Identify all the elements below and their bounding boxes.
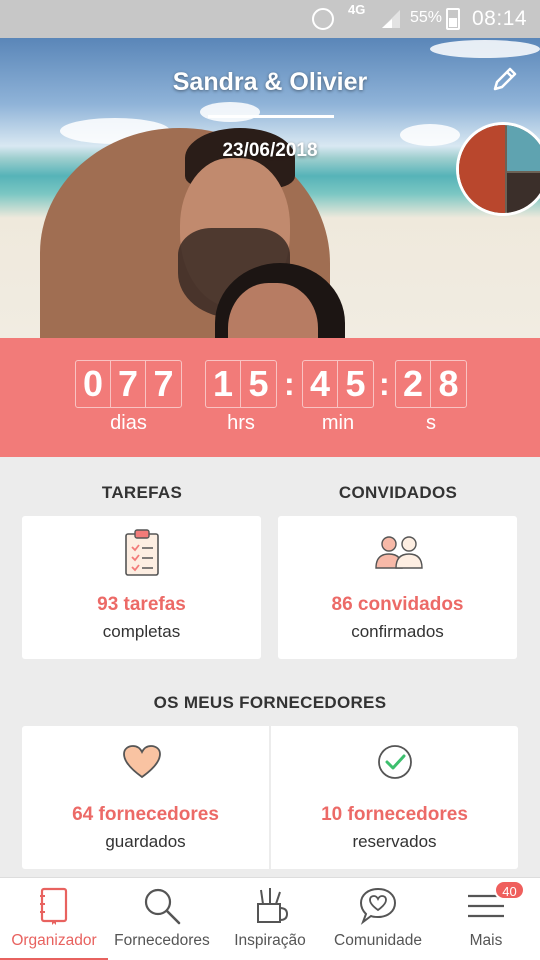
nav-label: Inspiração [234, 932, 306, 949]
tasks-sub: completas [102, 622, 181, 641]
vendors-saved-sub: guardados [105, 832, 186, 851]
vendors-card: 64 fornecedores guardados 10 fornecedore… [22, 726, 518, 869]
vendors-booked-count: 10 fornecedores [321, 804, 468, 825]
vendors-booked[interactable]: 10 fornecedores reservados [271, 726, 518, 869]
hours-digit: 1 [206, 361, 241, 407]
countdown: 0 7 7 1 5 : 4 5 : 2 8 dias hrs min s [0, 338, 540, 457]
battery-percent: 55% [410, 9, 443, 26]
vendors-saved-count: 64 fornecedores [72, 804, 219, 825]
seconds-label: s [426, 412, 436, 434]
days-label: dias [110, 412, 147, 434]
network-indicator: 4G [348, 2, 366, 17]
days-digit: 7 [111, 361, 146, 407]
avatar [456, 122, 540, 216]
notebook-icon [40, 887, 68, 925]
vendors-title: OS MEUS FORNECEDORES [153, 693, 387, 712]
days-digits: 0 7 7 [75, 360, 182, 408]
pencil-cup-icon [257, 888, 288, 923]
minutes-digits: 4 5 [302, 360, 374, 408]
edit-icon[interactable] [490, 64, 520, 94]
vendors-booked-sub: reservados [352, 832, 437, 851]
battery-icon [446, 8, 460, 30]
status-bar: 4G 55% 08:14 [0, 0, 540, 38]
hours-label: hrs [227, 412, 255, 434]
days-digit: 7 [153, 363, 174, 404]
chat-heart-icon [359, 887, 397, 925]
notification-badge: 40 [494, 880, 525, 900]
search-icon [144, 888, 181, 925]
nav-inspiracao[interactable]: Inspiração [216, 878, 324, 960]
avatar-stack[interactable] [456, 122, 540, 216]
bottom-nav: Organizador Fornecedores Inspiração Comu… [0, 877, 540, 960]
couple-name: Sandra & Olivier [172, 68, 368, 96]
nav-label: Mais [469, 932, 503, 949]
nav-label: Organizador [11, 932, 97, 949]
nav-organizador[interactable]: Organizador [0, 878, 108, 960]
tasks-card[interactable]: 93 tarefas completas [22, 516, 261, 659]
hours-digits: 1 5 [205, 360, 277, 408]
minutes-digit: 4 [303, 361, 338, 407]
tasks-title: TAREFAS [101, 483, 183, 502]
guests-count: 86 convidados [331, 594, 464, 615]
colon-separator: : [379, 366, 390, 402]
clock: 08:14 [472, 7, 528, 30]
heart-icon [123, 745, 161, 779]
tasks-count: 93 tarefas [97, 594, 186, 615]
seconds-digit: 8 [438, 363, 459, 404]
guests-title: CONVIDADOS [338, 483, 458, 502]
guests-card[interactable]: 86 convidados confirmados [278, 516, 517, 659]
seconds-digit: 2 [396, 361, 431, 407]
hours-digit: 5 [248, 363, 269, 404]
guests-sub: confirmados [351, 622, 444, 641]
vendors-saved[interactable]: 64 fornecedores guardados [22, 726, 269, 869]
nav-fornecedores[interactable]: Fornecedores [108, 878, 216, 960]
minutes-label: min [321, 412, 355, 434]
signal-icon [382, 10, 400, 28]
guests-icon [375, 536, 423, 569]
nav-label: Fornecedores [114, 932, 210, 949]
days-digit: 0 [76, 361, 111, 407]
nav-label: Comunidade [334, 932, 422, 949]
check-circle-icon [378, 745, 412, 779]
alarm-icon [312, 8, 334, 30]
clipboard-icon [125, 529, 159, 576]
nav-comunidade[interactable]: Comunidade [324, 878, 432, 960]
colon-separator: : [284, 366, 295, 402]
seconds-digits: 2 8 [395, 360, 467, 408]
name-underline [208, 115, 334, 118]
minutes-digit: 5 [345, 363, 366, 404]
